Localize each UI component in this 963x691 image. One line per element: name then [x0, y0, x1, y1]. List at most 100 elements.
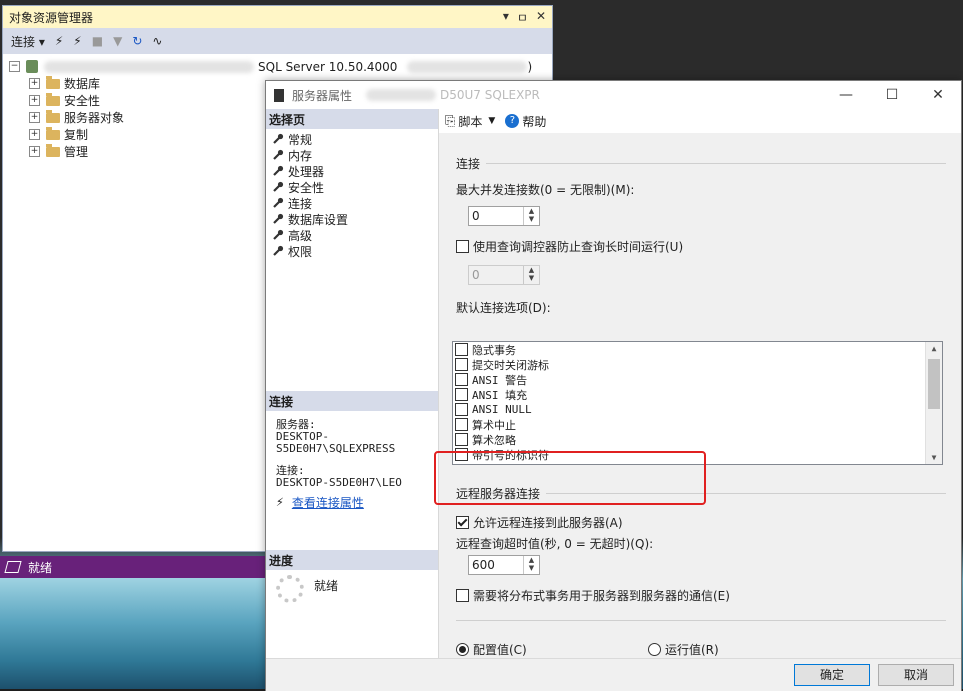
- option-checkbox[interactable]: [455, 433, 468, 446]
- list-item[interactable]: 算术忽略: [453, 432, 942, 447]
- wrench-icon: [273, 181, 284, 192]
- connection-section-header: 连接: [456, 155, 946, 172]
- list-item[interactable]: ANSI 填充: [453, 387, 942, 402]
- expand-icon[interactable]: +: [29, 78, 40, 89]
- option-checkbox[interactable]: [455, 418, 468, 431]
- default-options-label: 默认连接选项(D):: [456, 301, 551, 315]
- remote-timeout-value[interactable]: 600: [469, 556, 523, 574]
- option-checkbox[interactable]: [455, 373, 468, 386]
- wrench-icon: [273, 213, 284, 224]
- option-checkbox[interactable]: [455, 388, 468, 401]
- page-label: 高级: [288, 228, 313, 243]
- default-options-list[interactable]: 隐式事务 提交时关闭游标 ANSI 警告 ANSI 填充 ANSI NULL 算…: [452, 341, 943, 465]
- server-icon: [26, 60, 38, 73]
- option-checkbox[interactable]: [455, 403, 468, 416]
- down-arrow-icon[interactable]: ▼: [524, 564, 539, 572]
- page-advanced[interactable]: 高级: [266, 227, 438, 243]
- list-item[interactable]: 算术中止: [453, 417, 942, 432]
- max-connections-stepper[interactable]: 0 ▲ ▼: [468, 206, 540, 226]
- expand-icon[interactable]: +: [29, 95, 40, 106]
- wrench-icon: [273, 197, 284, 208]
- progress-area: 就绪: [276, 575, 338, 603]
- page-label: 常规: [288, 132, 313, 147]
- wrench-icon: [273, 165, 284, 176]
- page-database-settings[interactable]: 数据库设置: [266, 211, 438, 227]
- expand-icon[interactable]: +: [29, 146, 40, 157]
- page-label: 处理器: [288, 164, 325, 179]
- close-button[interactable]: ✕: [915, 87, 961, 103]
- use-governor-checkbox[interactable]: [456, 240, 469, 253]
- status-bar: 就绪: [0, 556, 296, 578]
- cancel-button[interactable]: 取消: [878, 664, 954, 686]
- filter-icon[interactable]: ▼: [113, 34, 122, 48]
- collapse-icon[interactable]: −: [9, 61, 20, 72]
- ok-button[interactable]: 确定: [794, 664, 870, 686]
- refresh-icon[interactable]: ↻: [132, 34, 142, 48]
- up-arrow-icon[interactable]: ▲: [524, 207, 539, 215]
- minimize-button[interactable]: —: [823, 87, 869, 103]
- page-memory[interactable]: 内存: [266, 147, 438, 163]
- dialog-footer: 确定 取消: [266, 658, 961, 691]
- object-explorer-titlebar: 对象资源管理器 ▾ ㅁ ✕: [3, 6, 552, 28]
- scroll-up-icon[interactable]: ▲: [926, 344, 942, 353]
- highlight-annotation: [434, 451, 706, 505]
- help-button[interactable]: ? 帮助: [505, 113, 546, 130]
- max-connections-value[interactable]: 0: [469, 207, 523, 225]
- close-icon[interactable]: ✕: [536, 9, 546, 26]
- allow-remote-checkbox[interactable]: [456, 516, 469, 529]
- dialog-title-suffix: D50U7 SQLEXPR: [440, 88, 540, 102]
- list-item[interactable]: 提交时关闭游标: [453, 357, 942, 372]
- pin-icon[interactable]: ㅁ: [517, 9, 528, 26]
- stop-icon[interactable]: ■: [92, 34, 103, 48]
- config-value-radio[interactable]: [456, 643, 469, 656]
- wrench-icon: [273, 229, 284, 240]
- connect-label: 连接: [11, 34, 36, 49]
- value-mode-group: 配置值(C) 运行值(R): [456, 641, 946, 658]
- list-item[interactable]: ANSI NULL: [453, 402, 942, 417]
- tree-server-node[interactable]: − SQL Server 10.50.4000 ): [9, 58, 546, 75]
- list-item[interactable]: 隐式事务: [453, 342, 942, 357]
- activity-monitor-icon[interactable]: ∿: [152, 34, 162, 48]
- distributed-tx-option[interactable]: 需要将分布式事务用于服务器到服务器的通信(E): [456, 587, 946, 604]
- script-button[interactable]: ⎘ 脚本 ▼: [445, 113, 495, 130]
- dropdown-icon[interactable]: ▾: [503, 9, 509, 26]
- page-permissions[interactable]: 权限: [266, 243, 438, 259]
- left-pane: 选择页 常规 内存 处理器 安全性 连接 数据库设置 高级 权限 连接 服务器:…: [266, 109, 439, 658]
- redacted-text: [366, 89, 437, 101]
- running-value-option[interactable]: 运行值(R): [648, 641, 719, 658]
- down-arrow-icon: ▼: [528, 274, 535, 282]
- page-connections[interactable]: 连接: [266, 195, 438, 211]
- list-item[interactable]: ANSI 警告: [453, 372, 942, 387]
- expand-icon[interactable]: +: [29, 112, 40, 123]
- scroll-down-icon[interactable]: ▼: [926, 453, 942, 462]
- page-processors[interactable]: 处理器: [266, 163, 438, 179]
- up-arrow-icon[interactable]: ▲: [524, 556, 539, 564]
- plug-icon[interactable]: ⚡: [55, 34, 63, 48]
- connection-properties-icon: ⚡: [276, 495, 284, 510]
- down-arrow-icon[interactable]: ▼: [524, 215, 539, 223]
- scroll-thumb[interactable]: [928, 359, 940, 409]
- list-scrollbar[interactable]: ▲ ▼: [925, 342, 942, 464]
- expand-icon[interactable]: +: [29, 129, 40, 140]
- tree-node-label: 复制: [64, 128, 89, 142]
- config-value-option[interactable]: 配置值(C): [456, 641, 648, 658]
- page-general[interactable]: 常规: [266, 131, 438, 147]
- view-connection-properties-link[interactable]: 查看连接属性: [292, 497, 364, 509]
- allow-remote-option[interactable]: 允许远程连接到此服务器(A): [456, 514, 946, 531]
- distributed-tx-checkbox[interactable]: [456, 589, 469, 602]
- divider: [456, 620, 946, 621]
- option-checkbox[interactable]: [455, 343, 468, 356]
- option-checkbox[interactable]: [455, 358, 468, 371]
- maximize-button[interactable]: ☐: [869, 87, 915, 103]
- remote-timeout-label: 远程查询超时值(秒, 0 = 无超时)(Q):: [456, 537, 654, 551]
- use-governor-option[interactable]: 使用查询调控器防止查询长时间运行(U): [456, 238, 946, 255]
- wrench-icon: [273, 133, 284, 144]
- connection-value: DESKTOP-S5DE0H7\LEO: [276, 476, 402, 489]
- disconnect-icon[interactable]: ⚡: [73, 34, 81, 48]
- select-page-header: 选择页: [266, 109, 438, 129]
- remote-timeout-stepper[interactable]: 600 ▲ ▼: [468, 555, 540, 575]
- running-value-radio[interactable]: [648, 643, 661, 656]
- page-security[interactable]: 安全性: [266, 179, 438, 195]
- connect-button[interactable]: 连接 ▾: [11, 33, 45, 50]
- dialog-icon: [274, 88, 284, 102]
